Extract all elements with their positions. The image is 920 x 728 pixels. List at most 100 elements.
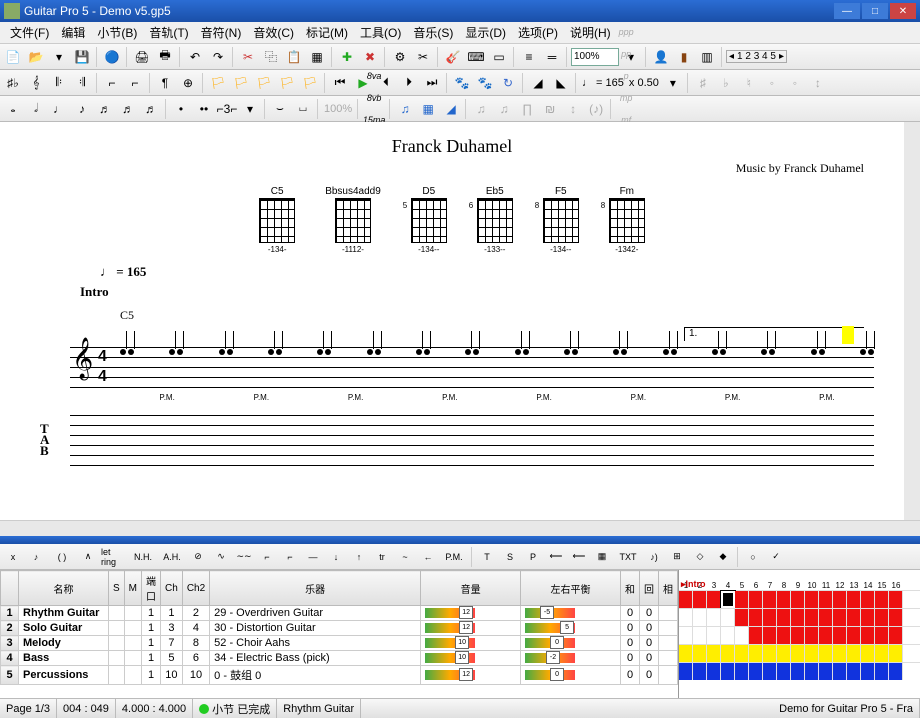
menu-item[interactable]: 音轨(T) xyxy=(143,22,194,43)
dynamic-button[interactable]: p xyxy=(615,65,637,87)
timeline-cell[interactable] xyxy=(693,645,707,662)
paste-icon[interactable]: 📋 xyxy=(283,46,305,68)
timeline-cell[interactable] xyxy=(707,645,721,662)
timeline-cell[interactable] xyxy=(861,627,875,644)
effect-button[interactable]: ⌐ xyxy=(256,546,278,568)
timeline-cell[interactable] xyxy=(847,627,861,644)
track-row[interactable]: 5Percussions110100 - 鼓组 012000 xyxy=(1,666,678,685)
timeline-cell[interactable] xyxy=(679,591,693,608)
repeat-open-icon[interactable]: 𝄆 xyxy=(48,72,70,94)
marker-add-icon[interactable]: 🏳 xyxy=(207,72,229,94)
beam5-icon[interactable]: ↕ xyxy=(562,98,584,120)
menu-item[interactable]: 小节(B) xyxy=(91,22,143,43)
timeline-cell[interactable] xyxy=(749,627,763,644)
print-icon[interactable]: 🖶 xyxy=(154,46,176,68)
thirtysecond-note-icon[interactable]: ♬ xyxy=(117,98,139,120)
effect-button[interactable]: ∧ xyxy=(77,546,99,568)
timeline-cell[interactable] xyxy=(805,627,819,644)
first-bar-icon[interactable]: ⏮ xyxy=(329,72,351,94)
add-track-icon[interactable]: ✚ xyxy=(336,46,358,68)
effect-button[interactable]: ♪) xyxy=(643,546,665,568)
view-multitrack-icon[interactable]: ≡ xyxy=(518,46,540,68)
tempo-dropdown-icon[interactable]: ▾ xyxy=(662,72,684,94)
effect-button[interactable]: ♪ xyxy=(25,546,47,568)
instrument-icon[interactable]: 🎸 xyxy=(442,46,464,68)
score-canvas[interactable]: Franck Duhamel Music by Franck Duhamel C… xyxy=(0,122,920,520)
sharp-icon[interactable]: ♯ xyxy=(692,72,714,94)
effect-button[interactable]: tr xyxy=(371,546,393,568)
marker-goto-icon[interactable]: 🏳 xyxy=(299,72,321,94)
countdown-icon[interactable]: ◣ xyxy=(550,72,572,94)
timeline-panel[interactable]: ▸Intro12345678910111213141516 xyxy=(678,570,920,698)
alt-ending-icon[interactable]: ⌐ xyxy=(101,72,123,94)
timeline-cell[interactable] xyxy=(889,591,903,608)
effect-button[interactable]: ✓ xyxy=(765,546,787,568)
minimize-button[interactable]: — xyxy=(834,3,860,19)
timeline-cell[interactable] xyxy=(847,663,861,680)
dynamic-button[interactable]: mp xyxy=(615,87,637,109)
effect-button[interactable]: TXT xyxy=(614,546,642,568)
beam2-icon[interactable]: ♫ xyxy=(493,98,515,120)
tracks-column-header[interactable]: 和 xyxy=(621,571,640,606)
open-icon[interactable]: 📂 xyxy=(25,46,47,68)
chord-frame-icon[interactable]: ▦ xyxy=(417,98,439,120)
direction-icon[interactable]: ¶ xyxy=(154,72,176,94)
half-note-icon[interactable]: 𝅗𝅥 xyxy=(25,98,47,120)
tie-icon[interactable]: ⌣ xyxy=(269,98,291,120)
tracks-column-header[interactable]: Ch2 xyxy=(182,571,209,606)
tracks-column-header[interactable]: 端口 xyxy=(142,571,161,606)
timeline-cell[interactable] xyxy=(791,609,805,626)
timeline-cell[interactable] xyxy=(791,591,805,608)
tracks-column-header[interactable]: 左右平衡 xyxy=(521,571,621,606)
tracks-column-header[interactable]: 回 xyxy=(640,571,659,606)
book-icon[interactable]: ▮ xyxy=(673,46,695,68)
timeline-cell[interactable] xyxy=(777,627,791,644)
marker-next-icon[interactable]: 🏳 xyxy=(276,72,298,94)
last-bar-icon[interactable]: ⏭ xyxy=(421,72,443,94)
timeline-cell[interactable] xyxy=(875,663,889,680)
beam-icon[interactable]: ♫ xyxy=(470,98,492,120)
dynamic-button[interactable]: ppp xyxy=(615,21,637,43)
save-icon[interactable]: 💾 xyxy=(71,46,93,68)
menu-item[interactable]: 编辑 xyxy=(55,22,91,43)
timeline-cell[interactable] xyxy=(833,609,847,626)
dynamic-button[interactable]: pp xyxy=(615,43,637,65)
loop-icon[interactable]: 🐾 xyxy=(474,72,496,94)
timeline-cell[interactable] xyxy=(819,609,833,626)
timeline-cell[interactable] xyxy=(721,627,735,644)
timeline-cell[interactable] xyxy=(763,627,777,644)
tuplet-icon[interactable]: ⌐3⌐ xyxy=(216,98,238,120)
repeat-close-icon[interactable]: 𝄇 xyxy=(71,72,93,94)
menu-item[interactable]: 音乐(S) xyxy=(407,22,459,43)
track-row[interactable]: 1Rhythm Guitar11229 - Overdriven Guitar1… xyxy=(1,606,678,621)
effect-button[interactable]: ↓ xyxy=(325,546,347,568)
timeline-cell[interactable] xyxy=(749,609,763,626)
timeline-cell[interactable] xyxy=(693,591,707,608)
timeline-cell[interactable] xyxy=(889,627,903,644)
timeline-cell[interactable] xyxy=(889,645,903,662)
effect-button[interactable]: ← xyxy=(417,546,439,568)
menu-item[interactable]: 选项(P) xyxy=(512,22,564,43)
timeline-cell[interactable] xyxy=(805,591,819,608)
volta-icon[interactable]: ⌐ xyxy=(124,72,146,94)
piano-icon[interactable]: ▥ xyxy=(696,46,718,68)
beam3-icon[interactable]: ∏ xyxy=(516,98,538,120)
sixteenth-note-icon[interactable]: ♬ xyxy=(94,98,116,120)
timeline-cell[interactable] xyxy=(861,645,875,662)
new-icon[interactable]: 📄 xyxy=(2,46,24,68)
timeline-cell[interactable] xyxy=(763,645,777,662)
timeline-cell[interactable] xyxy=(679,663,693,680)
timeline-cell[interactable] xyxy=(805,645,819,662)
beam6-icon[interactable]: (♪) xyxy=(585,98,607,120)
timeline-cell[interactable] xyxy=(707,609,721,626)
view-single-icon[interactable]: ═ xyxy=(541,46,563,68)
timeline-cell[interactable] xyxy=(777,609,791,626)
quarter-note-icon[interactable]: ♩ xyxy=(48,98,70,120)
timeline-cell[interactable] xyxy=(721,645,735,662)
timeline-cell[interactable] xyxy=(861,663,875,680)
tuplet-dropdown-icon[interactable]: ▾ xyxy=(239,98,261,120)
timeline-cell[interactable] xyxy=(875,609,889,626)
semitone-down-icon[interactable]: ◦ xyxy=(761,72,783,94)
effect-button[interactable]: A.H. xyxy=(158,546,186,568)
timeline-cell[interactable] xyxy=(819,645,833,662)
